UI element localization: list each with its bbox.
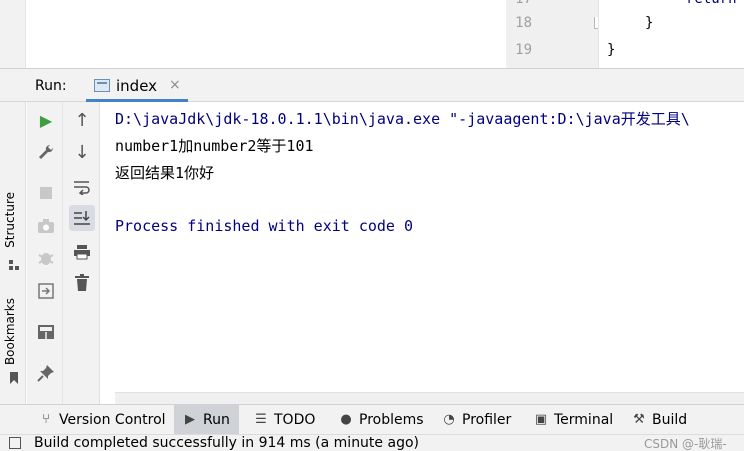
- trash-icon: [75, 274, 89, 291]
- structure-icon: [9, 260, 19, 270]
- pin-icon: [37, 365, 54, 382]
- rerun-button[interactable]: ▶: [33, 108, 59, 134]
- settings-button[interactable]: [33, 139, 59, 165]
- tab-label: TODO: [274, 411, 316, 428]
- toggle-tool-windows-icon[interactable]: [9, 437, 21, 449]
- profiler-icon: ◔: [443, 412, 455, 427]
- code-area[interactable]: return } }: [598, 0, 744, 68]
- editor-gutter: 17 18 19: [506, 0, 604, 68]
- console-line: Process finished with exit code 0: [115, 217, 414, 235]
- bug-icon: [38, 253, 54, 265]
- soft-wrap-icon: [74, 181, 90, 195]
- run-panel-header: Run: index ×: [0, 68, 744, 102]
- grid-icon: [38, 325, 54, 339]
- profiler-tab[interactable]: ◔ Profiler: [441, 405, 511, 434]
- line-number: 17: [506, 0, 532, 7]
- build-tab[interactable]: ⚒ Build: [631, 405, 687, 434]
- print-button[interactable]: [69, 239, 95, 265]
- left-tool-stripe: Structure Bookmarks: [0, 102, 26, 404]
- left-tool-stripe-top: [0, 0, 26, 68]
- run-label: Run:: [35, 78, 67, 94]
- arrow-up-icon: ↑: [74, 110, 90, 131]
- run-toolbar-primary: ▶: [27, 102, 63, 404]
- bookmark-icon: [10, 372, 18, 384]
- terminal-tab[interactable]: ▣ Terminal: [533, 405, 613, 434]
- tab-close-icon[interactable]: ×: [169, 77, 181, 93]
- print-icon: [74, 245, 90, 260]
- debug-button[interactable]: [33, 245, 59, 271]
- code-line: }: [607, 42, 616, 58]
- console-output[interactable]: D:\javaJdk\jdk-18.0.1.1\bin\java.exe "-j…: [100, 102, 744, 392]
- version-control-tab[interactable]: ⑂ Version Control: [38, 405, 166, 434]
- console-line: D:\javaJdk\jdk-18.0.1.1\bin\java.exe "-j…: [115, 110, 690, 128]
- restore-layout-button[interactable]: [33, 278, 59, 304]
- soft-wrap-button[interactable]: [69, 174, 95, 200]
- code-fragment: return: [686, 0, 737, 7]
- run-tab[interactable]: ▶ Run: [174, 405, 239, 434]
- run-icon: ▶: [185, 412, 195, 427]
- stop-icon: [40, 187, 52, 199]
- tab-label: Run: [203, 411, 230, 428]
- indent-guide: [598, 0, 599, 68]
- rerun-icon: ▶: [39, 111, 53, 130]
- console-line: number1加number2等于101: [115, 137, 314, 155]
- tab-label: Build: [652, 411, 688, 428]
- layout-icon: [38, 283, 54, 299]
- screenshot-button[interactable]: [33, 213, 59, 239]
- camera-icon: [38, 219, 54, 233]
- status-bar: Build completed successfully in 914 ms (…: [0, 434, 744, 451]
- bookmarks-tool-button[interactable]: Bookmarks: [3, 298, 17, 365]
- scroll-end-icon: [74, 211, 90, 225]
- list-icon: ☰: [255, 412, 267, 427]
- tab-label: Profiler: [462, 411, 512, 428]
- branch-icon: ⑂: [42, 412, 50, 427]
- tab-label: Problems: [359, 411, 424, 428]
- console-line: 返回结果1你好: [115, 164, 215, 182]
- tab-label: index: [116, 77, 158, 95]
- console-tab-icon: [94, 79, 110, 92]
- status-message[interactable]: Build completed successfully in 914 ms (…: [34, 435, 419, 451]
- up-button[interactable]: ↑: [69, 108, 95, 134]
- code-line: }: [645, 15, 654, 31]
- editor-area: 17 18 19 return } }: [0, 0, 744, 68]
- todo-tab[interactable]: ☰ TODO: [253, 405, 315, 434]
- pin-button[interactable]: [33, 360, 59, 386]
- down-button[interactable]: ↓: [69, 140, 95, 166]
- tab-label: Version Control: [59, 411, 166, 428]
- tab-index[interactable]: index ×: [86, 69, 188, 102]
- structure-tool-button[interactable]: Structure: [3, 192, 17, 248]
- line-number: 18: [515, 15, 532, 31]
- problems-tab[interactable]: ● Problems: [338, 405, 424, 434]
- terminal-icon: ▣: [534, 412, 548, 427]
- clear-button[interactable]: [69, 270, 95, 296]
- problems-icon: ●: [340, 412, 352, 427]
- line-number: 19: [515, 42, 532, 58]
- horizontal-scrollbar[interactable]: [115, 392, 744, 404]
- watermark: CSDN @-耿瑞-: [644, 437, 727, 451]
- hammer-icon: ⚒: [633, 412, 645, 427]
- scroll-to-end-button[interactable]: [69, 205, 95, 231]
- stop-button[interactable]: [33, 180, 59, 206]
- tool-window-bar: ⑂ Version Control ▶ Run ☰ TODO ● Problem…: [0, 404, 744, 434]
- run-toolbar-secondary: ↑ ↓: [63, 102, 100, 404]
- arrow-down-icon: ↓: [74, 142, 90, 163]
- wrench-icon: [39, 144, 54, 159]
- tab-label: Terminal: [554, 411, 614, 428]
- layout-button[interactable]: [33, 319, 59, 345]
